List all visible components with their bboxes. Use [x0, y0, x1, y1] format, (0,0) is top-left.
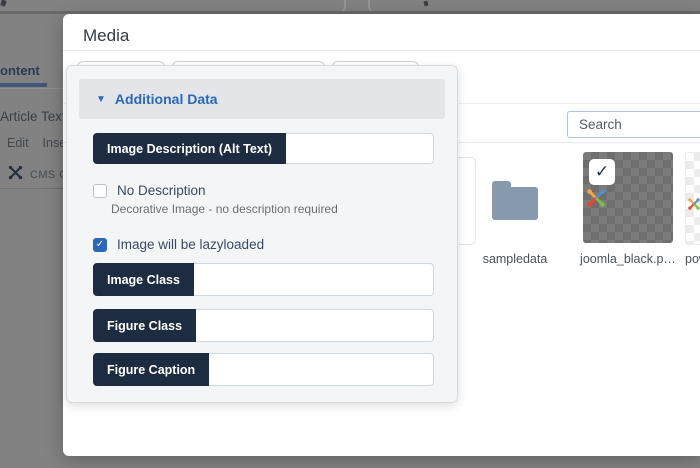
divider — [0, 88, 63, 89]
no-description-label[interactable]: No Description — [117, 183, 206, 198]
lazyload-label[interactable]: Image will be lazyloaded — [117, 237, 264, 252]
alt-text-input[interactable] — [286, 133, 434, 164]
media-modal: Media sampledata ✓ — [63, 14, 700, 456]
panel-title: Additional Data — [114, 91, 218, 107]
media-item-folder[interactable] — [484, 157, 546, 243]
figure-caption-input[interactable] — [209, 353, 434, 386]
lazyload-checkbox[interactable]: ✓ — [93, 237, 107, 252]
image-class-field-group: Image Class — [93, 263, 434, 296]
joomla-color-logo-icon — [687, 197, 700, 216]
cms-status-label: CMS C — [30, 169, 68, 181]
figure-class-field-group: Figure Class — [93, 309, 434, 342]
additional-data-panel: ▼ Additional Data Image Description (Alt… — [66, 65, 458, 403]
media-item-image[interactable] — [685, 152, 700, 245]
additional-data-toggle[interactable]: ▼ Additional Data — [79, 79, 445, 119]
check-icon: ✓ — [594, 162, 610, 181]
selected-check-badge[interactable]: ✓ — [589, 159, 615, 185]
figure-caption-label: Figure Caption — [93, 353, 210, 386]
menu-item-edit[interactable]: Edit — [7, 136, 29, 150]
editor-statusbar: CMS C — [7, 164, 67, 186]
screen: ontent Article Text Edit Inse CMS C Medi… — [0, 0, 700, 468]
image-class-input[interactable] — [193, 263, 434, 296]
search-input[interactable] — [567, 111, 700, 138]
check-icon: ✓ — [95, 239, 105, 250]
media-item-image-selected[interactable]: ✓ — [583, 152, 673, 243]
image-class-label: Image Class — [93, 263, 194, 296]
no-description-helper: Decorative Image - no description requir… — [111, 202, 338, 216]
figure-class-input[interactable] — [196, 309, 434, 342]
chevron-down-icon: ▼ — [96, 93, 106, 105]
figure-caption-field-group: Figure Caption — [93, 353, 434, 386]
no-description-checkbox[interactable] — [93, 183, 107, 198]
article-text-label: Article Text — [0, 109, 66, 124]
modal-title: Media — [83, 26, 130, 45]
alt-text-field-group: Image Description (Alt Text) — [93, 133, 434, 164]
editor-menubar: Edit Inse — [7, 136, 66, 150]
folder-icon — [492, 180, 538, 220]
joomla-color-logo-icon — [585, 187, 607, 214]
alt-text-label: Image Description (Alt Text) — [93, 133, 287, 164]
media-item-label: sampledata — [482, 252, 548, 266]
divider — [0, 188, 63, 189]
no-description-row: No Description — [93, 183, 206, 198]
figure-class-label: Figure Class — [93, 309, 197, 342]
joomla-logo-icon — [7, 164, 24, 186]
media-item-label: pow — [685, 252, 700, 266]
tab-content[interactable]: ontent — [0, 63, 40, 78]
lazyload-row: ✓ Image will be lazyloaded — [93, 237, 264, 252]
media-item-label: joomla_black.p… — [580, 252, 676, 266]
divider — [63, 50, 700, 51]
tab-active-underline — [0, 83, 47, 87]
